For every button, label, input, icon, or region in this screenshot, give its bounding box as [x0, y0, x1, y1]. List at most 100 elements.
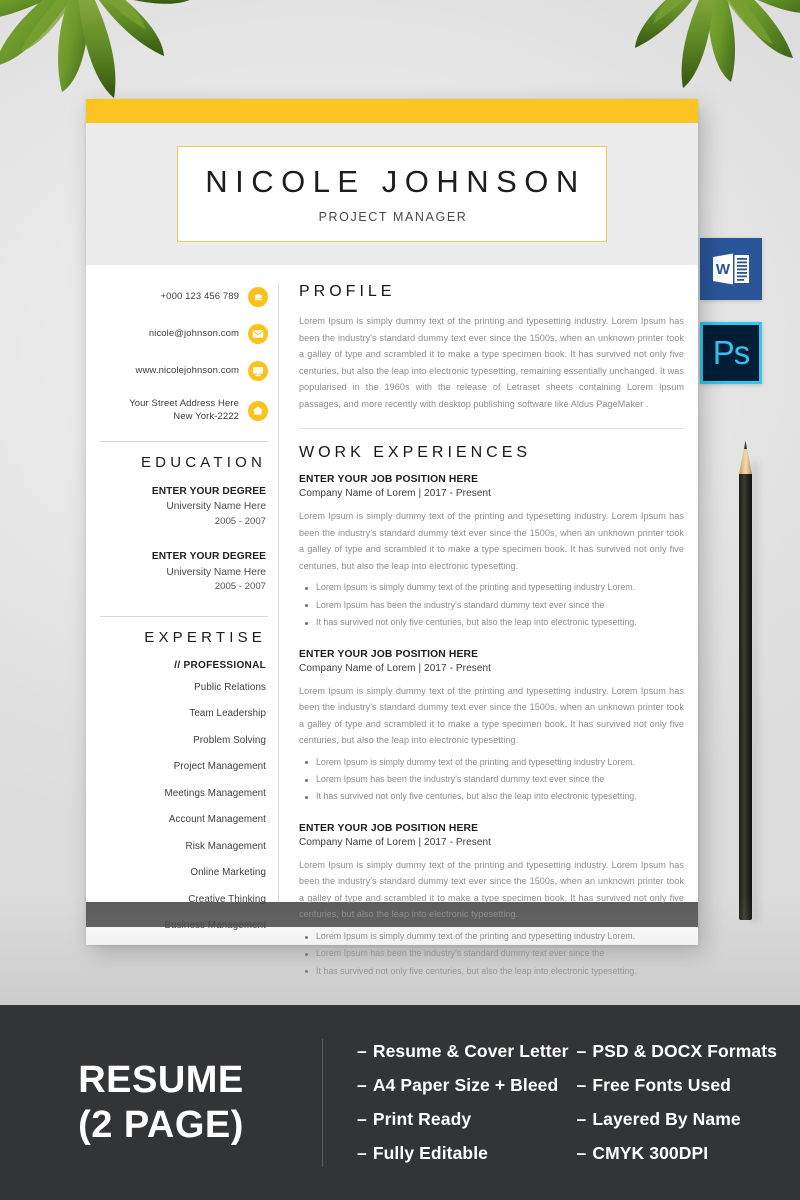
- pencil-shadow: [752, 462, 762, 922]
- contact-email-text: nicole@johnson.com: [148, 327, 239, 339]
- candidate-role: PROJECT MANAGER: [318, 210, 468, 224]
- feature-item: – Layered By Name: [577, 1109, 797, 1130]
- contact-address-line2: New York-2222: [173, 410, 239, 422]
- feature-item: – Resume & Cover Letter: [357, 1041, 577, 1062]
- contact-item-address: Your Street Address Here New York-2222: [92, 398, 268, 424]
- feature-item: – Fully Editable: [357, 1143, 577, 1164]
- dash-icon: –: [576, 1109, 587, 1129]
- job-bullet: Lorem Ipsum is simply dummy text of the …: [299, 579, 684, 596]
- dash-icon: –: [576, 1143, 587, 1163]
- expertise-subheading: // PROFESSIONAL: [174, 659, 266, 671]
- contact-website-text: www.nicolejohnson.com: [135, 364, 239, 376]
- job-description: Lorem Ipsum is simply dummy text of the …: [299, 859, 684, 920]
- work-heading: WORK EXPERIENCES: [299, 444, 532, 462]
- contact-item-website: www.nicolejohnson.com: [92, 361, 268, 381]
- skill-item: Risk Management: [185, 840, 266, 852]
- job-title: ENTER YOUR JOB POSITION HERE: [299, 474, 479, 486]
- feature-label: Fully Editable: [372, 1143, 489, 1163]
- feature-label: A4 Paper Size + Bleed: [372, 1075, 559, 1095]
- education-university: University Name Here: [166, 501, 266, 513]
- job-bullet-list: Lorem Ipsum is simply dummy text of the …: [299, 754, 684, 806]
- job-bullet: Lorem Ipsum has been the industry's stan…: [299, 945, 684, 962]
- skill-item: Project Management: [173, 761, 266, 773]
- job-company: Company Name of Lorem | 2017 - Present: [299, 836, 492, 848]
- scene-background: W Ps NICOLE JOHNSON PROJECT MANAGER +000…: [0, 0, 800, 1005]
- banner-title-block: RESUME (2 PAGE): [0, 1058, 322, 1148]
- education-years: 2005 - 2007: [214, 515, 266, 527]
- phone-icon: [248, 287, 268, 307]
- contact-address-line1: Your Street Address Here: [129, 398, 239, 409]
- skill-item: Problem Solving: [193, 734, 266, 746]
- banner-feature-list: – Resume & Cover Letter – PSD & DOCX Forma…: [323, 1041, 800, 1164]
- job-description: Lorem Ipsum is simply dummy text of the …: [299, 685, 684, 746]
- software-format-badges: W Ps: [700, 238, 764, 384]
- resume-header: NICOLE JOHNSON PROJECT MANAGER: [86, 123, 698, 265]
- job-bullet: It has survived not only five centuries,…: [299, 788, 684, 805]
- skill-item: Online Marketing: [190, 867, 266, 879]
- dash-icon: –: [357, 1109, 367, 1129]
- photoshop-label: Ps: [712, 334, 751, 371]
- photoshop-icon: Ps: [700, 322, 762, 384]
- sidebar-divider-2: [100, 615, 268, 617]
- contact-address-text: Your Street Address Here New York-2222: [129, 398, 239, 424]
- contact-phone-text: +000 123 456 789: [160, 290, 239, 302]
- sidebar-column: +000 123 456 789 nicole@johnson.com www.…: [86, 283, 278, 931]
- education-heading: EDUCATION: [140, 453, 266, 471]
- profile-heading: PROFILE: [299, 283, 396, 300]
- skill-item: Business Management: [164, 920, 266, 932]
- main-divider: [299, 428, 684, 430]
- sidebar-divider-1: [100, 440, 268, 442]
- contact-item-phone: +000 123 456 789: [92, 287, 268, 307]
- job-company: Company Name of Lorem | 2017 - Present: [299, 662, 492, 674]
- work-experience-item: ENTER YOUR JOB POSITION HERE Company Nam…: [299, 649, 684, 806]
- education-item: ENTER YOUR DEGREE University Name Here 2…: [92, 485, 268, 529]
- contact-item-email: nicole@johnson.com: [92, 324, 268, 344]
- job-bullet: Lorem Ipsum has been the industry's stan…: [299, 771, 684, 788]
- feature-item: – CMYK 300DPI: [577, 1143, 797, 1164]
- pencil-decoration: [739, 440, 752, 920]
- pencil-body: [739, 474, 752, 920]
- dash-icon: –: [576, 1075, 587, 1095]
- job-company: Company Name of Lorem | 2017 - Present: [299, 488, 492, 500]
- feature-item: – A4 Paper Size + Bleed: [357, 1075, 577, 1096]
- education-degree: ENTER YOUR DEGREE: [151, 551, 266, 563]
- word-icon: W: [700, 238, 762, 300]
- feature-label: Free Fonts Used: [592, 1075, 731, 1095]
- job-bullet-list: Lorem Ipsum is simply dummy text of the …: [299, 928, 684, 980]
- feature-item: – Print Ready: [357, 1109, 577, 1130]
- feature-label: Layered By Name: [592, 1109, 741, 1129]
- svg-text:W: W: [716, 261, 731, 278]
- name-title-box: NICOLE JOHNSON PROJECT MANAGER: [177, 146, 607, 242]
- home-icon: [248, 400, 268, 421]
- education-university: University Name Here: [166, 566, 266, 578]
- contact-list: +000 123 456 789 nicole@johnson.com www.…: [92, 283, 268, 424]
- expertise-heading: EXPERTISE: [144, 628, 266, 646]
- job-title: ENTER YOUR JOB POSITION HERE: [299, 822, 479, 834]
- education-years: 2005 - 2007: [214, 581, 266, 593]
- feature-item: – PSD & DOCX Formats: [577, 1041, 797, 1062]
- job-bullet: Lorem Ipsum has been the industry's stan…: [299, 597, 684, 614]
- dash-icon: –: [357, 1143, 367, 1163]
- banner-title-line2: (2 PAGE): [78, 1103, 244, 1146]
- main-column: PROFILE Lorem Ipsum is simply dummy text…: [278, 283, 698, 976]
- website-icon: [248, 361, 268, 381]
- resume-body: +000 123 456 789 nicole@johnson.com www.…: [86, 265, 698, 976]
- job-bullet: It has survived not only five centuries,…: [299, 963, 684, 980]
- product-info-banner: RESUME (2 PAGE) – Resume & Cover Letter –…: [0, 1005, 800, 1200]
- skill-item: Creative Thinking: [188, 893, 266, 905]
- profile-text: Lorem Ipsum is simply dummy text of the …: [299, 316, 684, 409]
- work-experience-item: ENTER YOUR JOB POSITION HERE Company Nam…: [299, 823, 684, 980]
- job-bullet: Lorem Ipsum is simply dummy text of the …: [299, 928, 684, 945]
- education-degree: ENTER YOUR DEGREE: [151, 485, 266, 497]
- job-title: ENTER YOUR JOB POSITION HERE: [299, 648, 479, 660]
- candidate-name: NICOLE JOHNSON: [205, 164, 586, 199]
- skill-item: Meetings Management: [164, 787, 266, 799]
- pencil-tip: [739, 440, 752, 474]
- feature-item: – Free Fonts Used: [577, 1075, 797, 1096]
- feature-label: Print Ready: [372, 1109, 472, 1129]
- dash-icon: –: [357, 1075, 367, 1095]
- feature-label: CMYK 300DPI: [592, 1143, 709, 1163]
- page-top-accent-bar: [86, 99, 698, 123]
- email-icon: [248, 324, 268, 344]
- job-bullet-list: Lorem Ipsum is simply dummy text of the …: [299, 579, 684, 631]
